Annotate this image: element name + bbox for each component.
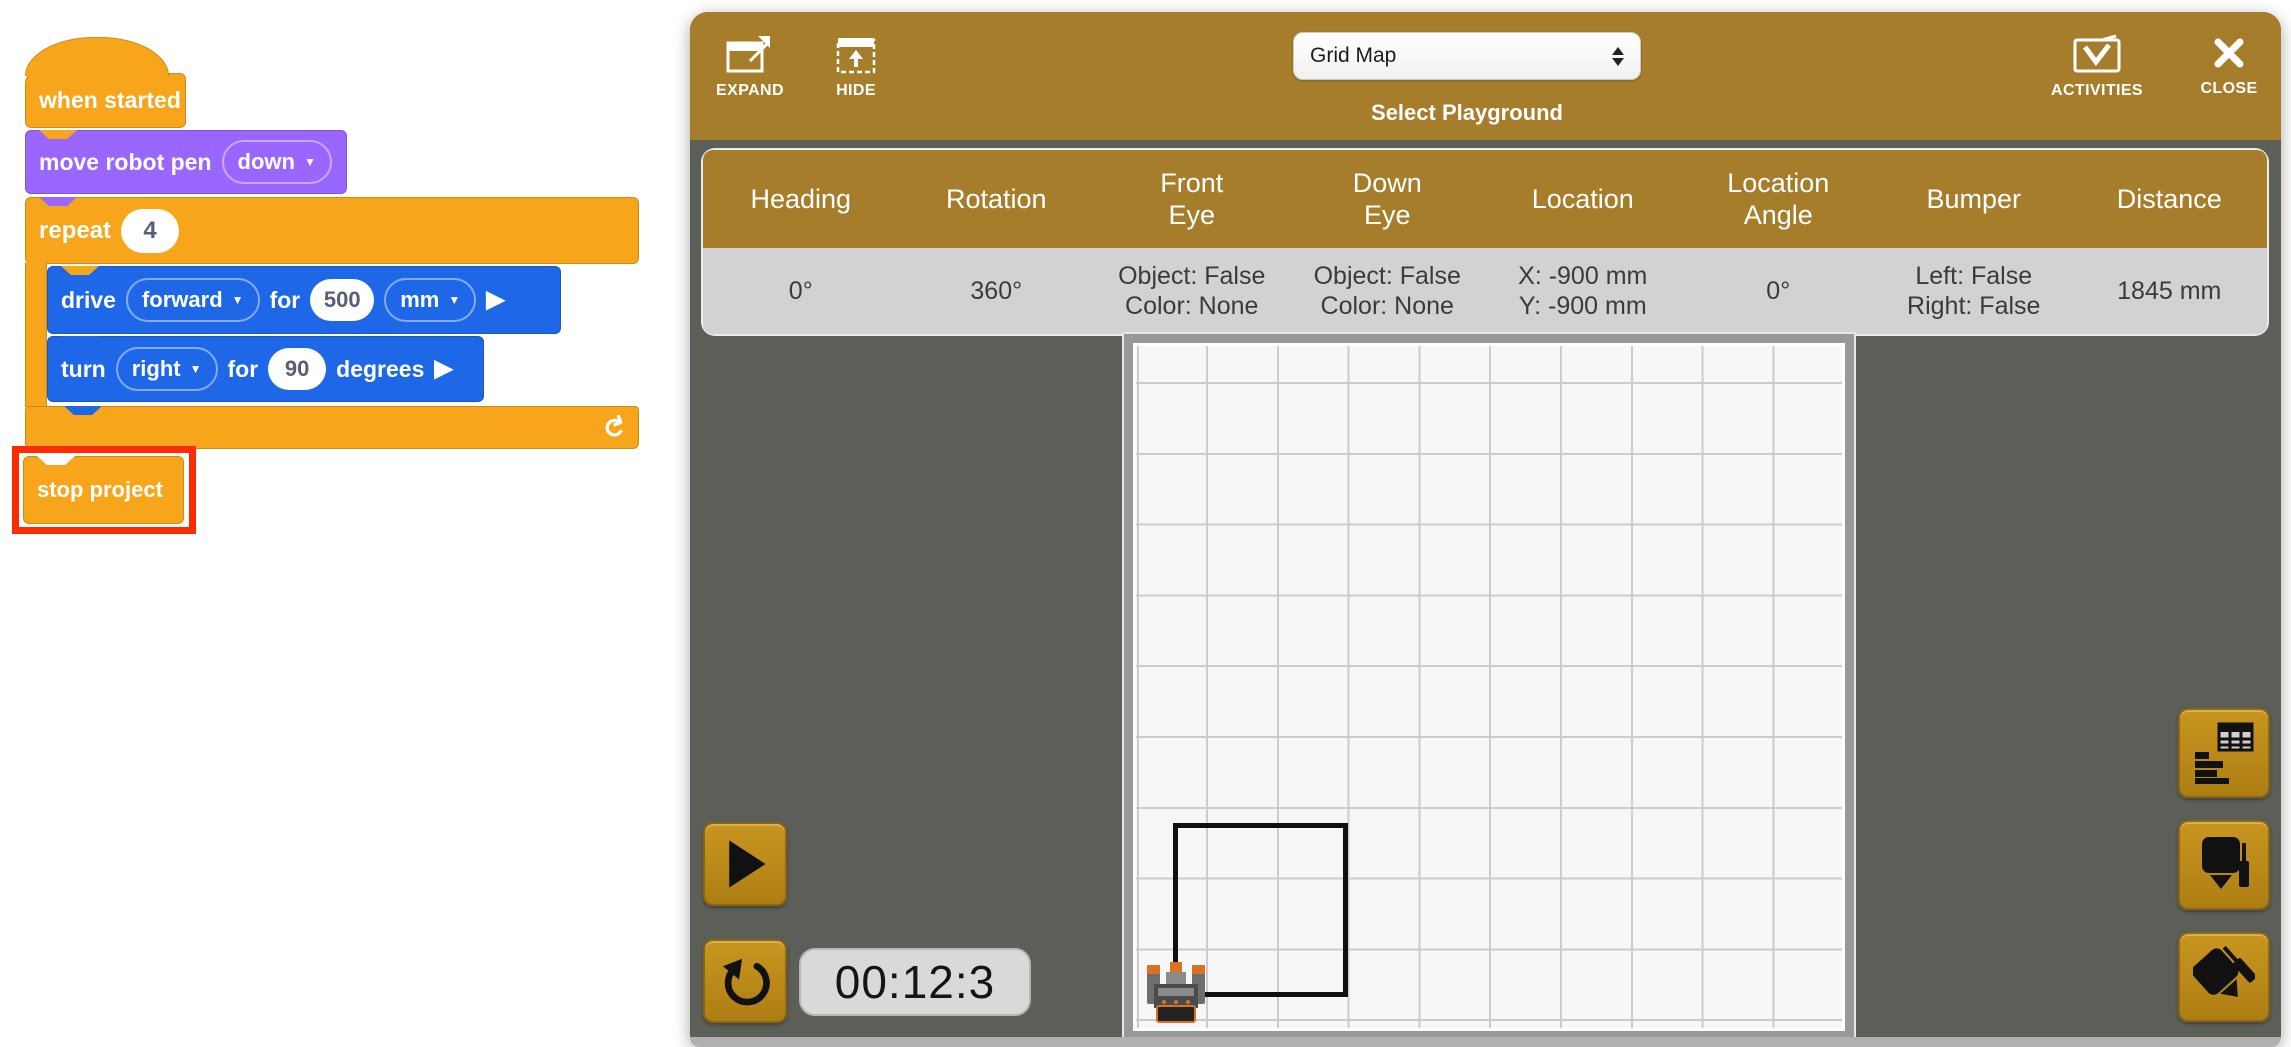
hide-button[interactable]: HIDE (824, 32, 888, 100)
run-block-icon[interactable]: ▶ (434, 357, 452, 381)
block-label: drive (61, 287, 116, 314)
reset-icon (714, 950, 776, 1012)
drive-distance-input[interactable]: 500 (310, 279, 374, 321)
dropdown-value: mm (400, 287, 439, 313)
expand-label: EXPAND (716, 82, 784, 100)
playground-window: EXPAND HIDE Grid Map Select Playground (690, 12, 2281, 1047)
block-label: move robot pen (39, 149, 212, 176)
close-label: CLOSE (2200, 80, 2257, 98)
play-button[interactable] (703, 822, 787, 906)
data-table-icon (2193, 722, 2255, 784)
block-label: for (228, 356, 259, 383)
turn-angle-input[interactable]: 90 (268, 348, 326, 390)
loop-arrow-icon: ↻ (594, 411, 633, 444)
block-label: turn (61, 356, 106, 383)
hide-icon (834, 32, 878, 74)
expand-button[interactable]: EXPAND (712, 32, 788, 100)
chevron-down-icon: ▼ (448, 294, 460, 306)
block-repeat-footer[interactable]: ↻ (25, 406, 639, 449)
column-header: Down Eye (1290, 150, 1486, 248)
turn-direction-dropdown[interactable]: right ▼ (116, 347, 218, 391)
sensor-value: 0° (1681, 248, 1877, 334)
sensor-dashboard: Heading Rotation Front Eye Down Eye Loca… (703, 150, 2267, 334)
play-icon (715, 834, 775, 894)
block-turn[interactable]: turn right ▼ for 90 degrees ▶ (47, 336, 484, 402)
angled-view-button[interactable] (2178, 932, 2270, 1022)
repeat-c-arm (25, 263, 47, 407)
robot (1146, 962, 1206, 1024)
expand-icon (726, 32, 774, 74)
reset-button[interactable] (703, 939, 787, 1023)
sensor-value: 1845 mm (2072, 248, 2268, 334)
playground-select[interactable]: Grid Map (1293, 32, 1641, 80)
sensor-value-row: 0° 360° Object: False Color: None Object… (703, 248, 2267, 334)
select-playground-caption: Select Playground (1293, 100, 1641, 126)
close-icon (2210, 34, 2248, 72)
block-label: when started (39, 87, 181, 114)
block-label: degrees (336, 356, 424, 383)
block-move-robot-pen[interactable]: move robot pen down ▼ (25, 130, 347, 194)
dropdown-value: forward (142, 287, 223, 313)
top-view-button[interactable] (2178, 820, 2270, 910)
column-header: Distance (2072, 150, 2268, 248)
sensor-value: 360° (899, 248, 1095, 334)
chevron-down-icon: ▼ (190, 363, 202, 375)
camera-angled-icon (2193, 946, 2255, 1008)
dashboard-view-button[interactable] (2178, 708, 2270, 798)
block-notch (61, 336, 99, 345)
column-header: Heading (703, 150, 899, 248)
app-canvas: when started move robot pen down ▼ repea… (0, 0, 2291, 1047)
activities-icon (2072, 32, 2122, 74)
repeat-count-input[interactable]: 4 (121, 209, 179, 253)
block-when-started[interactable]: when started (25, 73, 186, 128)
block-repeat[interactable]: repeat 4 (25, 197, 639, 264)
select-stepper-icon (1612, 47, 1624, 66)
column-header: Rotation (899, 150, 1095, 248)
window-bottom-edge (690, 1037, 2281, 1047)
column-header: Bumper (1876, 150, 2072, 248)
highlight-box (12, 446, 196, 534)
block-notch (61, 266, 99, 275)
dropdown-value: right (132, 356, 181, 382)
block-label: for (270, 287, 301, 314)
column-header: Location (1485, 150, 1681, 248)
column-header: Front Eye (1094, 150, 1290, 248)
drive-direction-dropdown[interactable]: forward ▼ (126, 278, 260, 322)
hide-label: HIDE (836, 82, 876, 100)
pen-position-dropdown[interactable]: down ▼ (222, 140, 332, 184)
sensor-value: 0° (703, 248, 899, 334)
block-notch (64, 406, 102, 415)
close-button[interactable]: CLOSE (2195, 34, 2263, 98)
playground-header: EXPAND HIDE Grid Map Select Playground (690, 12, 2281, 140)
column-header: Location Angle (1681, 150, 1877, 248)
playground-select-value: Grid Map (1310, 44, 1396, 68)
sensor-value: Left: False Right: False (1876, 248, 2072, 334)
sensor-header-row: Heading Rotation Front Eye Down Eye Loca… (703, 150, 2267, 248)
chevron-down-icon: ▼ (232, 294, 244, 306)
activities-button[interactable]: ACTIVITIES (2047, 32, 2147, 100)
chevron-down-icon: ▼ (304, 156, 316, 168)
dropdown-value: down (238, 149, 295, 175)
block-notch (39, 130, 77, 139)
sensor-value: Object: False Color: None (1094, 248, 1290, 334)
camera-top-icon (2194, 835, 2254, 895)
run-block-icon[interactable]: ▶ (486, 288, 504, 312)
activities-label: ACTIVITIES (2051, 82, 2143, 100)
block-label: repeat (39, 217, 111, 245)
drive-unit-dropdown[interactable]: mm ▼ (384, 278, 476, 322)
sensor-value: X: -900 mm Y: -900 mm (1485, 248, 1681, 334)
sensor-value: Object: False Color: None (1290, 248, 1486, 334)
timer-display: 00:12:3 (799, 948, 1031, 1016)
block-drive[interactable]: drive forward ▼ for 500 mm ▼ ▶ (47, 266, 561, 334)
block-notch (39, 197, 77, 206)
